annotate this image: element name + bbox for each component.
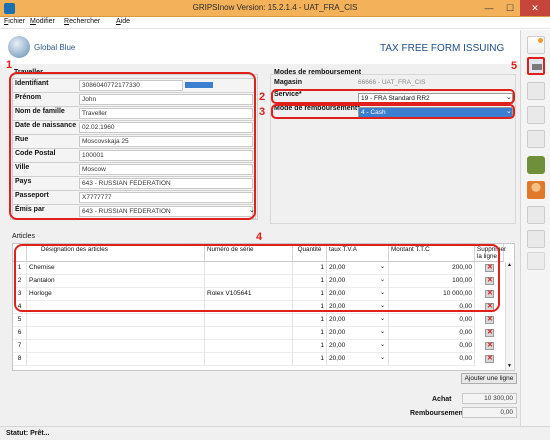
- tool-sidebar: [520, 30, 550, 426]
- cell-qty[interactable]: 1: [293, 340, 327, 353]
- achat-label: Achat: [432, 396, 452, 403]
- cell-serial[interactable]: [205, 327, 293, 340]
- cell-qty[interactable]: 1: [293, 327, 327, 340]
- settings-document-icon[interactable]: [527, 252, 545, 270]
- cell-amount[interactable]: 0,00: [389, 353, 475, 366]
- menu-aide[interactable]: Aide: [116, 18, 130, 25]
- callout-number-1: 1: [6, 59, 13, 71]
- callout-number-3: 3: [259, 106, 266, 118]
- document-list-icon[interactable]: [527, 130, 545, 148]
- cell-designation[interactable]: [27, 340, 205, 353]
- cell-qty[interactable]: 1: [293, 353, 327, 366]
- tva-dropdown-icon[interactable]: ⌄: [380, 354, 385, 361]
- cell-serial[interactable]: [205, 340, 293, 353]
- cell-designation[interactable]: [27, 327, 205, 340]
- add-line-button[interactable]: Ajouter une ligne: [461, 373, 517, 384]
- callout-box-4: [14, 244, 500, 312]
- copy-document-icon[interactable]: [527, 106, 545, 124]
- cell-n: 7: [13, 340, 27, 353]
- cash-icon[interactable]: [527, 156, 545, 174]
- delete-line-icon[interactable]: [485, 328, 494, 337]
- close-button[interactable]: ✕: [520, 0, 550, 16]
- callout-number-5: 5: [511, 60, 518, 72]
- cell-amount[interactable]: 0,00: [389, 314, 475, 327]
- cell-qty[interactable]: 1: [293, 314, 327, 327]
- refresh-document-icon[interactable]: [527, 230, 545, 248]
- status-bar: Statut: Prêt...: [0, 426, 550, 440]
- remboursement-value: 0,00: [462, 407, 517, 418]
- delete-line-icon[interactable]: [485, 315, 494, 324]
- search-document-icon[interactable]: [527, 206, 545, 224]
- menu-fichier[interactable]: Fichier: [4, 18, 25, 25]
- callout-box-3: [271, 104, 515, 119]
- cell-serial[interactable]: [205, 353, 293, 366]
- minimize-button[interactable]: —: [478, 0, 500, 16]
- delete-line-icon[interactable]: [485, 354, 494, 363]
- delete-line-icon[interactable]: [485, 341, 494, 350]
- menu-rechercher[interactable]: Rechercher: [64, 18, 100, 25]
- title-bar[interactable]: GRIPSInow Version: 15.2.1.4 - UAT_FRA_CI…: [0, 0, 550, 17]
- remboursement-label: Remboursement: [410, 410, 466, 417]
- menu-modifier[interactable]: Modifier: [30, 18, 55, 25]
- brand-name: Global Blue: [34, 43, 76, 52]
- edit-document-icon[interactable]: [527, 82, 545, 100]
- tva-dropdown-icon[interactable]: ⌄: [380, 315, 385, 322]
- articles-section-title: Articles: [12, 233, 35, 240]
- cell-n: 8: [13, 353, 27, 366]
- menu-bar: Fichier Modifier Rechercher Aide: [0, 17, 550, 29]
- magasin-label: Magasin: [274, 79, 303, 86]
- cell-n: 6: [13, 327, 27, 340]
- cell-designation[interactable]: [27, 314, 205, 327]
- cell-amount[interactable]: 0,00: [389, 340, 475, 353]
- callout-number-4: 4: [256, 231, 263, 243]
- cell-amount[interactable]: 0,00: [389, 327, 475, 340]
- cell-n: 5: [13, 314, 27, 327]
- tva-dropdown-icon[interactable]: ⌄: [380, 328, 385, 335]
- cell-designation[interactable]: [27, 353, 205, 366]
- user-icon[interactable]: [527, 181, 545, 199]
- form-title: TAX FREE FORM ISSUING: [380, 43, 505, 54]
- callout-box-1: [9, 72, 256, 220]
- window-title: GRIPSInow Version: 15.2.1.4 - UAT_FRA_CI…: [192, 3, 358, 12]
- callout-box-2: [271, 89, 515, 104]
- tva-dropdown-icon[interactable]: ⌄: [380, 341, 385, 348]
- global-blue-logo: [8, 36, 30, 58]
- maximize-button[interactable]: ☐: [500, 0, 520, 16]
- status-text: Statut: Prêt...: [6, 430, 50, 437]
- achat-value: 10 300,00: [462, 393, 517, 404]
- cell-serial[interactable]: [205, 314, 293, 327]
- new-document-icon[interactable]: [527, 36, 545, 54]
- articles-scrollbar[interactable]: ▲ ▼: [505, 262, 513, 370]
- callout-number-2: 2: [259, 91, 266, 103]
- print-icon[interactable]: [527, 57, 545, 75]
- magasin-value: 66666 - UAT_FRA_CIS: [358, 79, 426, 86]
